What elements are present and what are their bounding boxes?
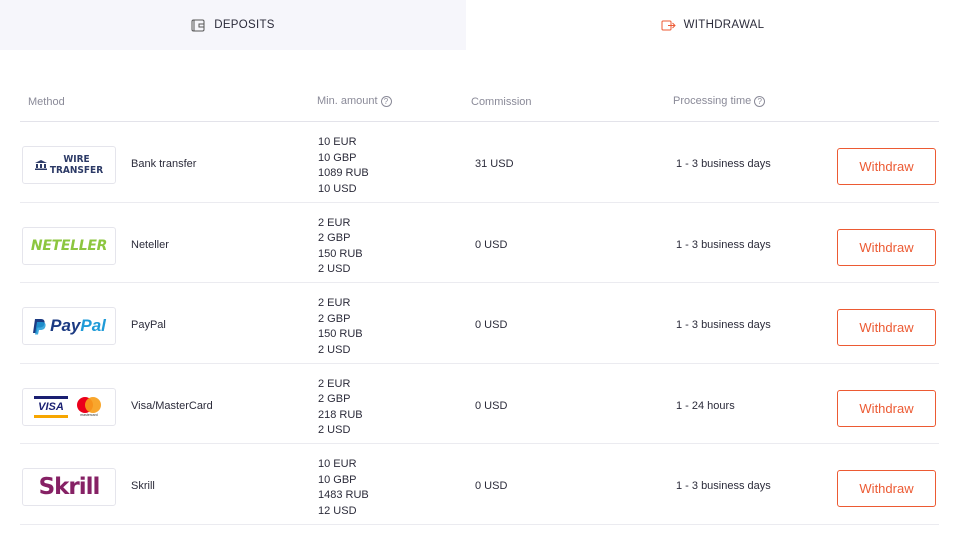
- table-header: Method Min. amount ? Commission Processi…: [20, 90, 939, 122]
- wire-transfer-logo: WIRE TRANSFER: [22, 146, 116, 184]
- header-processing-time: Processing time ?: [673, 95, 766, 107]
- min-amounts: 2 EUR 2 GBP 218 RUB 2 USD: [318, 377, 363, 437]
- withdraw-button[interactable]: Withdraw: [837, 309, 936, 346]
- commission-value: 31 USD: [475, 158, 514, 170]
- tab-bar: DEPOSITS WITHDRAWAL: [0, 0, 959, 50]
- mastercard-logo: mastercard: [74, 395, 104, 419]
- table-row: VISA mastercard Visa/MasterCard 2 EUR 2 G…: [20, 364, 939, 444]
- withdraw-button[interactable]: Withdraw: [837, 470, 936, 507]
- header-commission: Commission: [471, 96, 532, 108]
- header-min-amount: Min. amount ?: [317, 95, 392, 107]
- withdraw-button[interactable]: Withdraw: [837, 389, 936, 427]
- method-name: Visa/MasterCard: [131, 399, 213, 412]
- processing-time-value: 1 - 24 hours: [676, 399, 735, 412]
- withdraw-button[interactable]: Withdraw: [837, 228, 936, 266]
- commission-value: 0 USD: [475, 238, 508, 251]
- table-row: WIRE TRANSFER Bank transfer 10 EUR 10 GBP 1…: [20, 122, 939, 203]
- table-row: Skrill Skrill 10 EUR 10 GBP 1483 RUB 12 USD…: [20, 444, 939, 525]
- commission-value: 0 USD: [475, 399, 508, 412]
- min-amounts: 2 EUR 2 GBP 150 RUB 2 USD: [318, 216, 363, 276]
- tab-deposits[interactable]: DEPOSITS: [0, 0, 466, 50]
- table-row: NETELLER Neteller 2 EUR 2 GBP 150 RUB 2 USD…: [20, 203, 939, 283]
- withdraw-arrow-icon: [661, 19, 676, 32]
- help-icon[interactable]: ?: [754, 95, 766, 107]
- processing-time-value: 1 - 3 business days: [676, 238, 771, 251]
- table-row: PayPal PayPal 2 EUR 2 GBP 150 RUB 2 USD 0 U…: [20, 283, 939, 364]
- method-name: Bank transfer: [131, 158, 197, 170]
- tab-withdrawal[interactable]: WITHDRAWAL: [466, 0, 959, 50]
- commission-value: 0 USD: [475, 480, 508, 492]
- method-name: Neteller: [131, 238, 169, 251]
- commission-value: 0 USD: [475, 319, 508, 331]
- processing-time-value: 1 - 3 business days: [676, 158, 771, 170]
- method-name: Skrill: [131, 480, 155, 492]
- processing-time-value: 1 - 3 business days: [676, 480, 771, 492]
- paypal-logo: PayPal: [22, 307, 116, 345]
- tab-withdrawal-label: WITHDRAWAL: [683, 19, 765, 31]
- tab-deposits-label: DEPOSITS: [214, 19, 275, 31]
- bank-icon: [34, 160, 47, 170]
- visa-mastercard-logo: VISA mastercard: [22, 387, 116, 426]
- withdraw-button[interactable]: Withdraw: [837, 148, 936, 185]
- help-icon[interactable]: ?: [380, 95, 392, 107]
- visa-logo: VISA: [34, 395, 68, 418]
- methods-table: WIRE TRANSFER Bank transfer 10 EUR 10 GBP 1…: [20, 122, 939, 525]
- processing-time-value: 1 - 3 business days: [676, 319, 771, 331]
- wallet-icon: [191, 19, 206, 32]
- min-amounts: 10 EUR 10 GBP 1483 RUB 12 USD: [318, 458, 369, 517]
- min-amounts: 2 EUR 2 GBP 150 RUB 2 USD: [318, 297, 363, 356]
- neteller-logo: NETELLER: [22, 226, 116, 265]
- skrill-logo: Skrill: [22, 468, 116, 506]
- paypal-p-icon: [33, 318, 46, 334]
- method-name: PayPal: [131, 319, 166, 331]
- header-method: Method: [28, 96, 65, 108]
- min-amounts: 10 EUR 10 GBP 1089 RUB 10 USD: [318, 136, 369, 195]
